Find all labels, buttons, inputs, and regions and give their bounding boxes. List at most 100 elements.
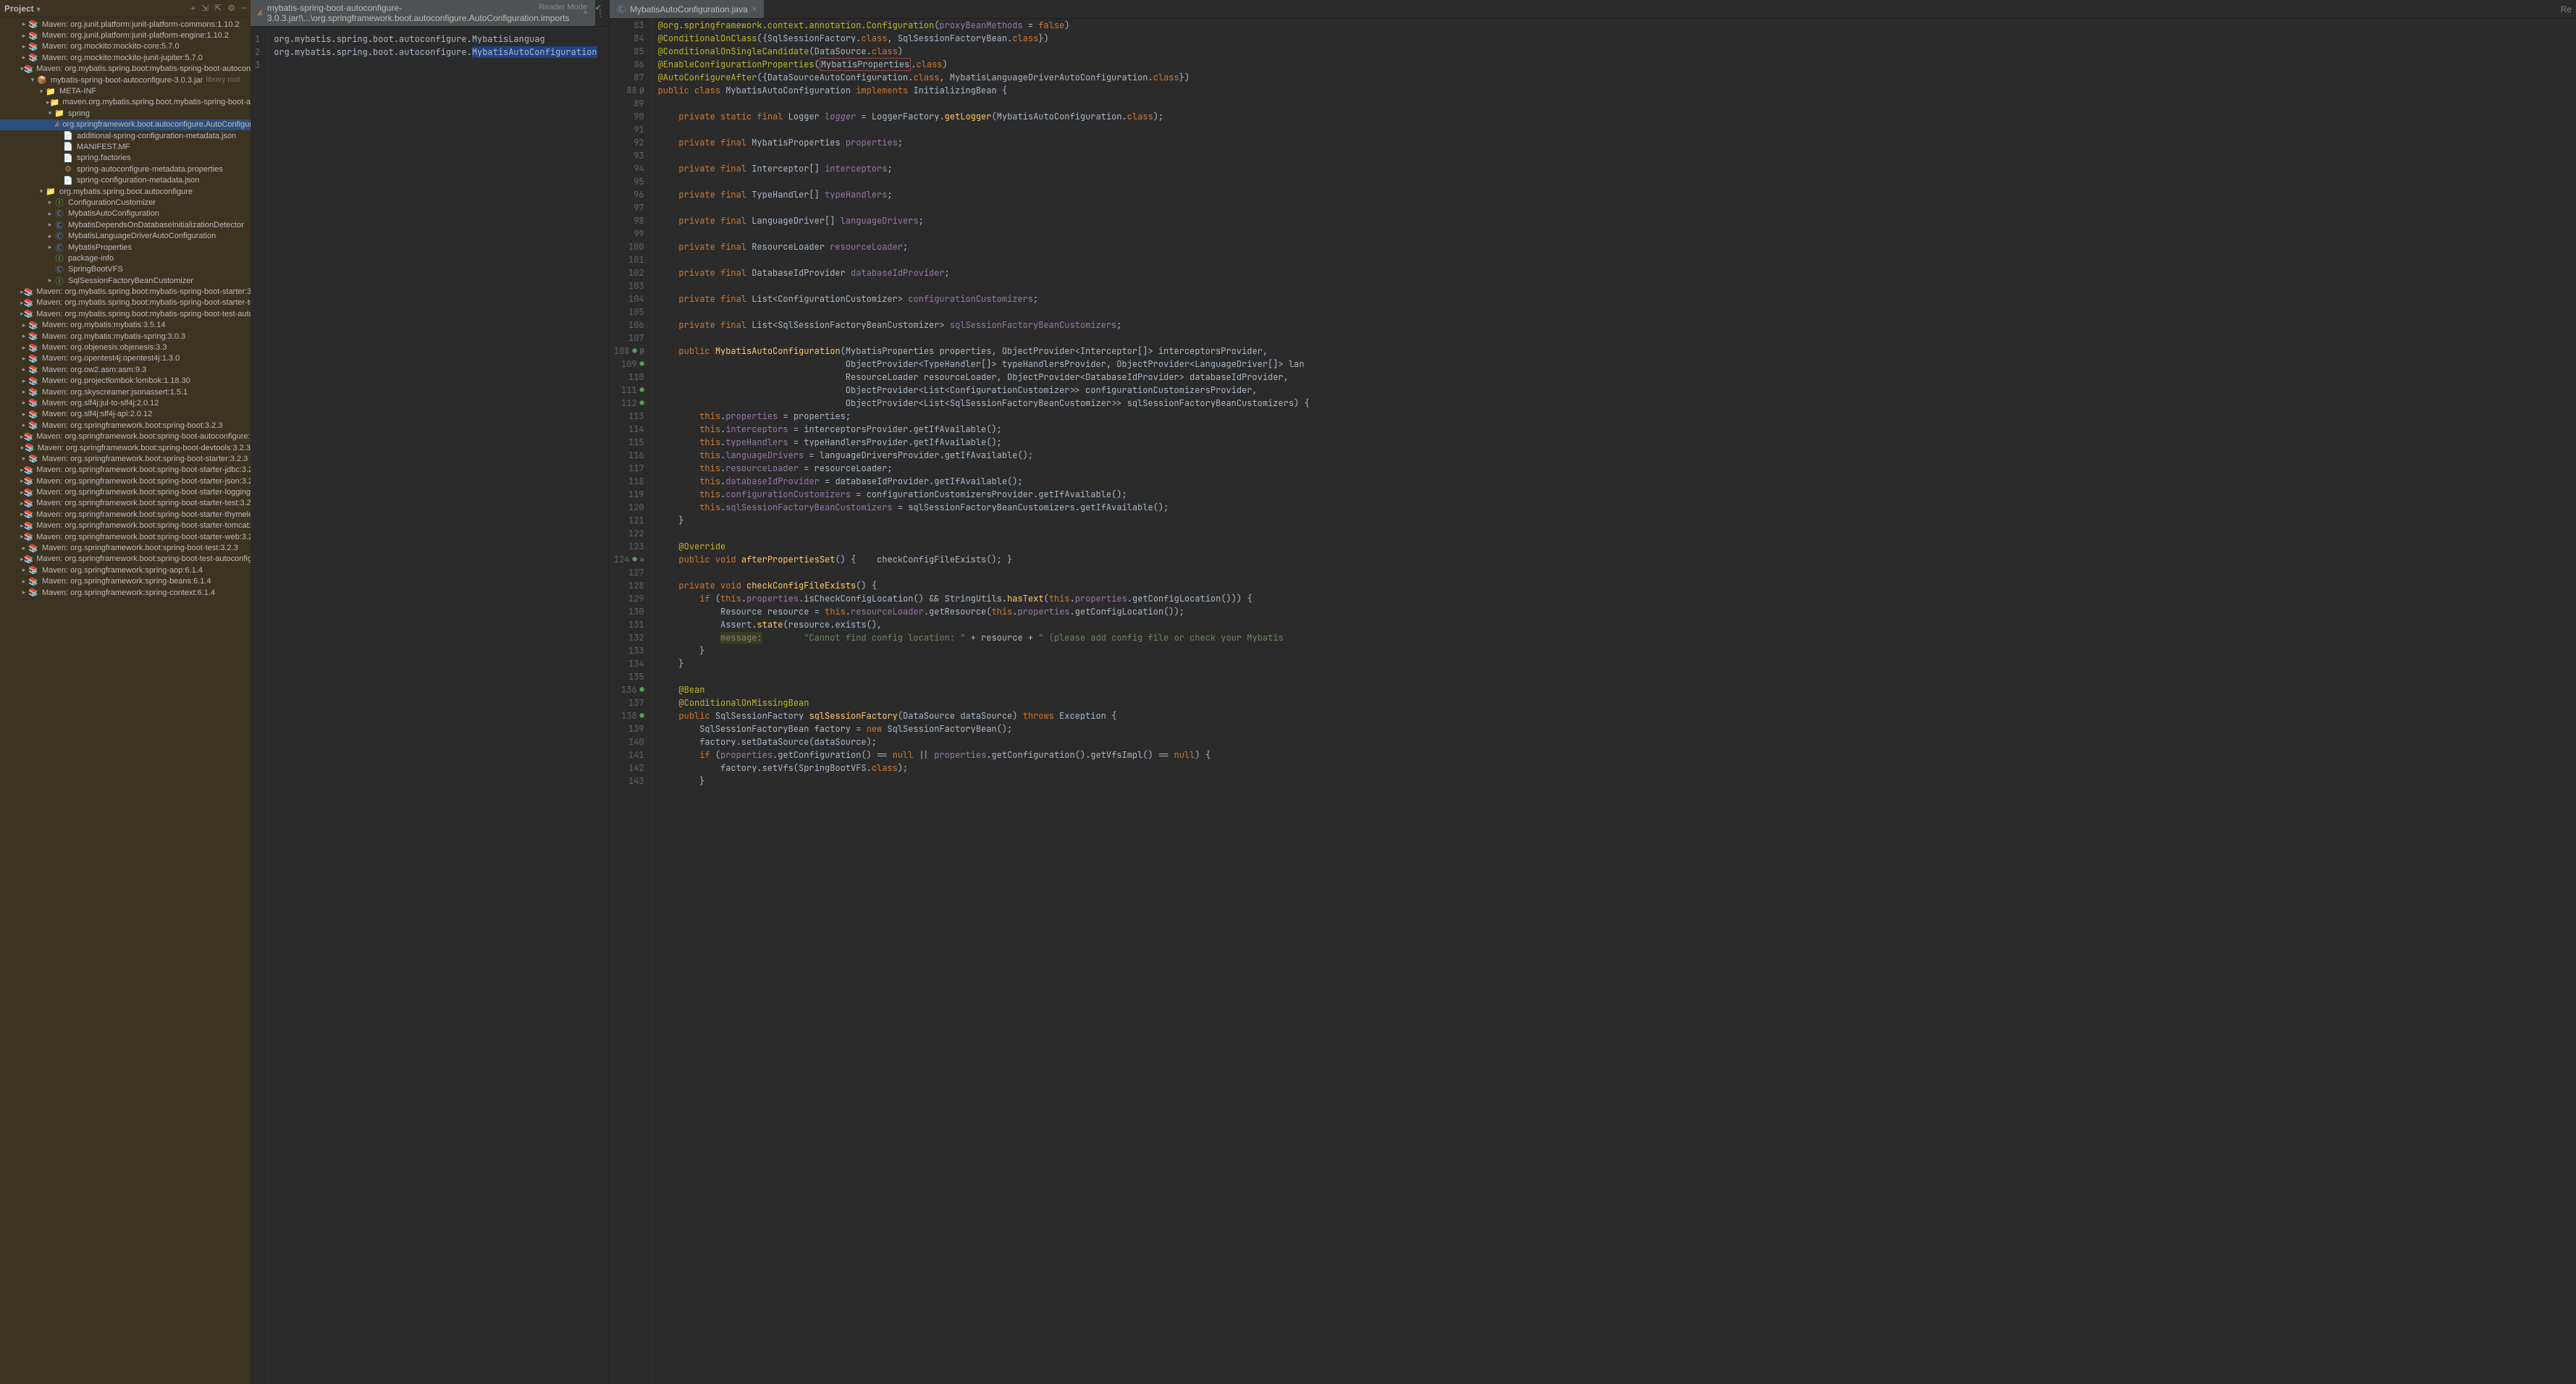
tree-arrow-icon[interactable]: ▸	[46, 198, 54, 206]
tree-item[interactable]: ▸📚Maven: org.springframework.boot:spring…	[0, 520, 251, 531]
code-line[interactable]	[658, 175, 1310, 188]
code-line[interactable]	[658, 149, 1310, 162]
gutter-marker-icon[interactable]: ●	[640, 384, 644, 397]
tree-arrow-icon[interactable]: ▸	[20, 544, 28, 552]
project-title[interactable]: Project▾	[4, 4, 41, 14]
code-line[interactable]: private static final Logger logger = Log…	[658, 110, 1310, 123]
tree-item[interactable]: ▸📚Maven: org.springframework:spring-aop:…	[0, 565, 251, 575]
tree-item[interactable]: ▸📚Maven: org.skyscreamer:jsonassert:1.5.…	[0, 387, 251, 397]
code-line[interactable]: org.mybatis.spring.boot.autoconfigure.My…	[274, 46, 597, 59]
tree-arrow-icon[interactable]: ▸	[20, 399, 28, 407]
tree-arrow-icon[interactable]: ▸	[46, 277, 54, 284]
code-line[interactable]: @org.springframework.context.annotation.…	[658, 19, 1310, 32]
tree-item[interactable]: ▸ⒸMybatisAutoConfiguration	[0, 208, 251, 219]
code-line[interactable]: this.databaseIdProvider = databaseIdProv…	[658, 475, 1310, 488]
tree-item[interactable]: 𝒽org.springframework.boot.autoconfigure.…	[0, 119, 251, 130]
tree-arrow-icon[interactable]: ▾	[38, 187, 45, 195]
code-line[interactable]	[658, 527, 1310, 540]
tree-item[interactable]: ▸📚Maven: org.springframework.boot:spring…	[0, 420, 251, 431]
tree-item[interactable]: ▸📚Maven: org.slf4j:jul-to-slf4j:2.0.12	[0, 397, 251, 408]
tree-item[interactable]: ▸📚Maven: org.springframework.boot:spring…	[0, 531, 251, 542]
tab-java-file[interactable]: Ⓒ MybatisAutoConfiguration.java ×	[610, 0, 765, 18]
tree-item[interactable]: ▸ⒸMybatisProperties	[0, 242, 251, 253]
code-line[interactable]	[658, 305, 1310, 318]
gutter-marker-icon[interactable]: ●	[640, 397, 644, 410]
tree-item[interactable]: ⒸSpringBootVFS	[0, 264, 251, 275]
tree-item[interactable]: ▸📚Maven: org.mybatis:mybatis:3.5.14	[0, 320, 251, 331]
code-line[interactable]: this.typeHandlers = typeHandlersProvider…	[658, 436, 1310, 449]
collapse-all-icon[interactable]: ⇱	[214, 3, 222, 14]
code-line[interactable]	[658, 279, 1310, 292]
settings-icon[interactable]: ⚙	[227, 3, 235, 14]
code-line[interactable]: }	[658, 657, 1310, 670]
tree-item[interactable]: ▸📚Maven: org.springframework.boot:spring…	[0, 465, 251, 476]
code-line[interactable]: }	[658, 514, 1310, 527]
code-line[interactable]: this.languageDrivers = languageDriversPr…	[658, 449, 1310, 462]
tree-item[interactable]: ▸📚Maven: org.mybatis:mybatis-spring:3.0.…	[0, 331, 251, 342]
code-line[interactable]: factory.setVfs(SpringBootVFS.class);	[658, 761, 1310, 775]
code-line[interactable]: private final TypeHandler[] typeHandlers…	[658, 188, 1310, 201]
tree-item[interactable]: ▸📚Maven: org.mockito:mockito-junit-jupit…	[0, 52, 251, 63]
tree-arrow-icon[interactable]: ▸	[20, 355, 28, 363]
tree-item[interactable]: ▸📚Maven: org.junit.platform:junit-platfo…	[0, 30, 251, 41]
project-tree[interactable]: ▸📚Maven: org.junit.platform:junit-platfo…	[0, 17, 251, 1384]
gutter-marker-icon[interactable]: ●	[633, 553, 637, 566]
code-line[interactable]: private final MybatisProperties properti…	[658, 136, 1310, 149]
tree-item[interactable]: ▾📁META-INF	[0, 85, 251, 96]
tree-item[interactable]: ▾📚Maven: org.mybatis.spring.boot:mybatis…	[0, 64, 251, 75]
tree-arrow-icon[interactable]: ▸	[20, 20, 28, 28]
code-line[interactable]: @Override	[658, 540, 1310, 553]
tree-item[interactable]: ▸📚Maven: org.springframework.boot:spring…	[0, 554, 251, 565]
gutter-at-icon[interactable]: @	[640, 345, 644, 358]
gutter-marker-icon[interactable]: ●	[640, 709, 644, 722]
gutter-marker-icon[interactable]: ●	[640, 358, 644, 371]
tree-item[interactable]: ▸📚Maven: org.springframework.boot:spring…	[0, 509, 251, 520]
tree-arrow-icon[interactable]: ▸	[20, 321, 28, 329]
code-line[interactable]: private final ResourceLoader resourceLoa…	[658, 240, 1310, 253]
code-line[interactable]	[658, 253, 1310, 266]
code-line[interactable]: @ConditionalOnSingleCandidate(DataSource…	[658, 45, 1310, 58]
tree-arrow-icon[interactable]: ▸	[20, 43, 28, 51]
tree-arrow-icon[interactable]: ▾	[46, 109, 54, 117]
code-line[interactable]: }	[658, 775, 1310, 788]
code-line[interactable]: this.sqlSessionFactoryBeanCustomizers = …	[658, 501, 1310, 514]
tree-item[interactable]: ▸📚Maven: org.mybatis.spring.boot:mybatis…	[0, 298, 251, 308]
tree-arrow-icon[interactable]: ▸	[20, 421, 28, 429]
tree-arrow-icon[interactable]: ▸	[20, 566, 28, 574]
tree-item[interactable]: ▸📚Maven: org.junit.platform:junit-platfo…	[0, 19, 251, 30]
code-line[interactable]: this.interceptors = interceptorsProvider…	[658, 423, 1310, 436]
gutter-marker-icon[interactable]: ●	[640, 683, 644, 696]
code-line[interactable]: Assert.state(resource.exists(),	[658, 618, 1310, 631]
code-line[interactable]: @ConditionalOnClass({SqlSessionFactory.c…	[658, 32, 1310, 45]
code-line[interactable]	[658, 123, 1310, 136]
code-line[interactable]	[658, 201, 1310, 214]
tree-item[interactable]: Ⓘpackage-info	[0, 253, 251, 263]
code-line[interactable]	[658, 566, 1310, 579]
tree-item[interactable]: ▸📚Maven: org.mockito:mockito-core:5.7.0	[0, 41, 251, 52]
target-icon[interactable]: ⌖	[190, 3, 195, 14]
gutter-marker-icon[interactable]: ●	[633, 345, 637, 358]
code-line[interactable]	[658, 670, 1310, 683]
tree-item[interactable]: ▸ⒸMybatisDependsOnDatabaseInitialization…	[0, 219, 251, 230]
code-line[interactable]: public void afterPropertiesSet() { check…	[658, 553, 1310, 566]
hide-icon[interactable]: −	[241, 3, 246, 14]
tree-arrow-icon[interactable]: ▸	[20, 410, 28, 418]
code-line[interactable]: @EnableConfigurationProperties(MybatisPr…	[658, 58, 1310, 71]
tree-item[interactable]: ▸📚Maven: org.mybatis.spring.boot:mybatis…	[0, 308, 251, 319]
tree-arrow-icon[interactable]: ▸	[46, 232, 54, 240]
tree-item[interactable]: 📄spring.factories	[0, 153, 251, 164]
code-line[interactable]: @ConditionalOnMissingBean	[658, 696, 1310, 709]
reader-mode-check-icon[interactable]: ✔	[595, 3, 602, 12]
code-line[interactable]: private final List<ConfigurationCustomiz…	[658, 292, 1310, 305]
tree-item[interactable]: ▸📚Maven: org.springframework.boot:spring…	[0, 453, 251, 464]
tree-item[interactable]: ▾📁spring	[0, 108, 251, 119]
tree-arrow-icon[interactable]: ▸	[20, 54, 28, 62]
expand-all-icon[interactable]: ⇲	[201, 3, 209, 14]
tree-item[interactable]: ▸📚Maven: org.springframework.boot:spring…	[0, 542, 251, 553]
tree-arrow-icon[interactable]: ▸	[20, 332, 28, 340]
tree-item[interactable]: ▸📚Maven: org.springframework:spring-cont…	[0, 587, 251, 598]
tree-arrow-icon[interactable]: ▸	[20, 588, 28, 596]
code-line[interactable]: private void checkConfigFileExists() {	[658, 579, 1310, 592]
code-line[interactable]: message: "Cannot find config location: "…	[658, 631, 1310, 644]
tree-item[interactable]: ▸📚Maven: org.ow2.asm:asm:9.3	[0, 364, 251, 375]
